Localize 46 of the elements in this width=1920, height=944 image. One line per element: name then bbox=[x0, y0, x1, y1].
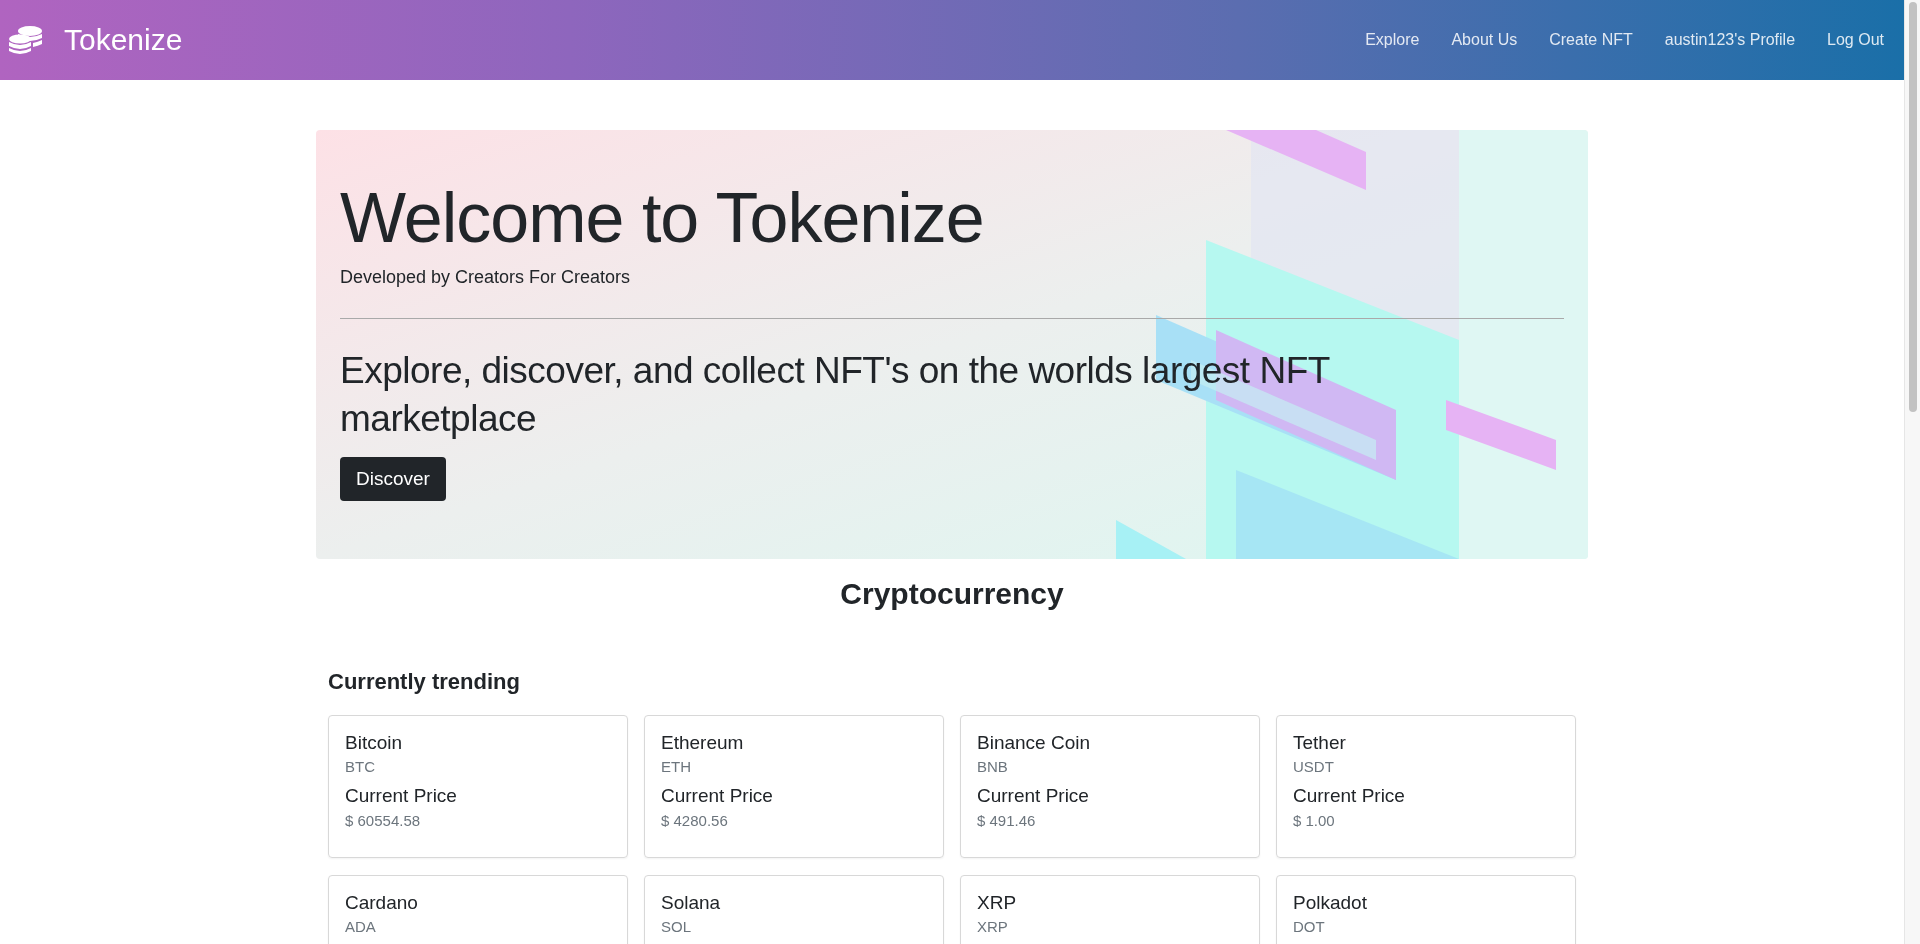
coin-card[interactable]: Bitcoin BTC Current Price $ 60554.58 bbox=[328, 715, 628, 858]
coins-icon[interactable] bbox=[8, 25, 44, 55]
hero-lead: Explore, discover, and collect NFT's on the worlds largest NFT marketplace bbox=[340, 348, 1331, 441]
hero-subtitle: Developed by Creators For Creators bbox=[340, 266, 632, 288]
discover-button[interactable]: Discover bbox=[340, 456, 446, 501]
coin-card[interactable]: Binance Coin BNB Current Price $ 491.46 bbox=[960, 715, 1260, 858]
coin-name: Ethereum bbox=[661, 732, 745, 754]
coin-card[interactable]: Solana SOL bbox=[644, 875, 944, 944]
coin-card[interactable]: Cardano ADA bbox=[328, 875, 628, 944]
coin-name: Binance Coin bbox=[977, 732, 1092, 754]
coin-card[interactable]: XRP XRP bbox=[960, 875, 1260, 944]
nav-link[interactable]: Create NFT bbox=[1549, 31, 1633, 49]
coin-card[interactable]: Polkadot DOT bbox=[1276, 875, 1576, 944]
price-label: Current Price bbox=[977, 785, 1090, 807]
price-label: Current Price bbox=[1293, 785, 1406, 807]
coin-card[interactable]: Tether USDT Current Price $ 1.00 bbox=[1276, 715, 1576, 858]
coin-price: $ 4280.56 bbox=[661, 812, 729, 829]
coin-symbol: XRP bbox=[977, 918, 1009, 935]
coin-price: $ 1.00 bbox=[1293, 812, 1336, 829]
nav-link[interactable]: About Us bbox=[1451, 31, 1518, 49]
coin-name: Tether bbox=[1293, 732, 1347, 754]
coin-symbol: ETH bbox=[661, 758, 692, 775]
trending-heading: Currently trending bbox=[328, 669, 521, 695]
nav-link[interactable]: Explore bbox=[1365, 31, 1420, 49]
coin-price: $ 60554.58 bbox=[345, 812, 422, 829]
price-label: Current Price bbox=[661, 785, 774, 807]
coin-symbol: BTC bbox=[345, 758, 376, 775]
brand-link[interactable]: Tokenize bbox=[64, 23, 183, 57]
hero-title: Welcome to Tokenize bbox=[340, 178, 985, 259]
coin-name: Bitcoin bbox=[345, 732, 404, 754]
nav-link[interactable]: Log Out bbox=[1827, 31, 1884, 49]
coin-name: XRP bbox=[977, 892, 1018, 914]
nav-link[interactable]: austin123's Profile bbox=[1664, 31, 1796, 49]
coin-symbol: ADA bbox=[345, 918, 377, 935]
coin-card[interactable]: Ethereum ETH Current Price $ 4280.56 bbox=[644, 715, 944, 858]
coin-name: Cardano bbox=[345, 892, 419, 914]
price-label: Current Price bbox=[345, 785, 458, 807]
coin-name: Solana bbox=[661, 892, 722, 914]
section-title: Cryptocurrency bbox=[839, 577, 1065, 611]
coin-symbol: BNB bbox=[977, 758, 1009, 775]
coin-name: Polkadot bbox=[1293, 892, 1368, 914]
coin-symbol: USDT bbox=[1293, 758, 1335, 775]
coin-symbol: SOL bbox=[661, 918, 692, 935]
coin-symbol: DOT bbox=[1293, 918, 1326, 935]
scrollbar[interactable] bbox=[1904, 0, 1920, 944]
coin-price: $ 491.46 bbox=[977, 812, 1037, 829]
